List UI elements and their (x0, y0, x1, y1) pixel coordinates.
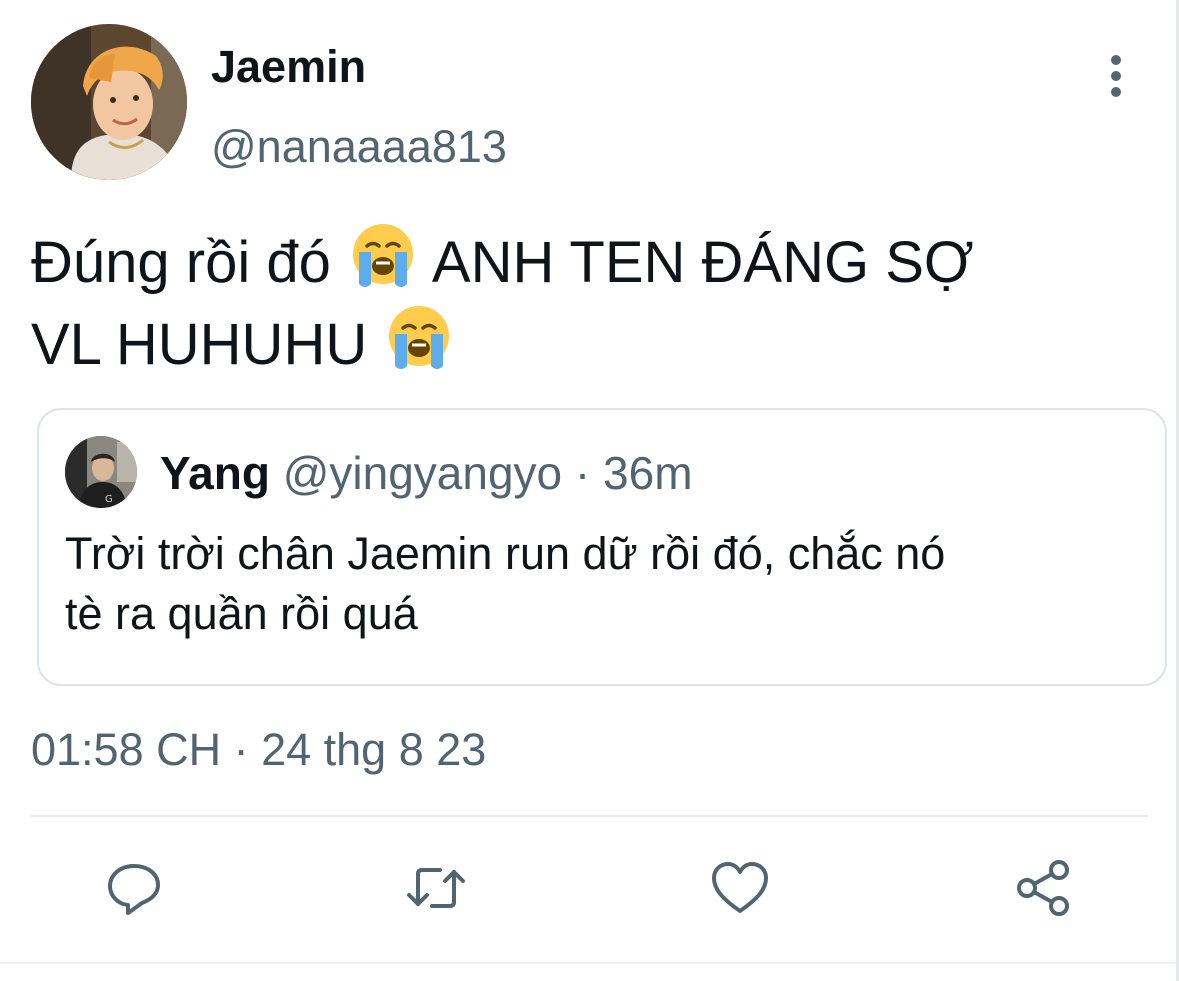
quoted-author-avatar[interactable]: G (65, 436, 137, 508)
heart-icon (712, 862, 768, 913)
svg-text:G: G (105, 494, 113, 505)
quoted-tweet-card[interactable]: G Yang @yingyangyo · 36m Trời trời chân … (37, 408, 1167, 686)
author-display-name[interactable]: Jaemin (211, 40, 366, 94)
author-handle[interactable]: @nanaaaa813 (211, 120, 507, 174)
retweet-icon (407, 868, 465, 908)
quoted-text-line: Trời trời chân Jaemin run dữ rồi đó, chắ… (65, 528, 946, 579)
tweet-text-segment: ANH TEN ĐÁNG SỢ (418, 230, 974, 295)
author-avatar[interactable] (31, 24, 187, 180)
tweet-text-segment: Đúng rồi đó (31, 230, 347, 295)
quoted-tweet-header: Yang @yingyangyo · 36m (160, 446, 693, 500)
quoted-avatar-photo: G (65, 436, 137, 508)
loudly-crying-face-emoji (389, 306, 450, 369)
tweet-text-segment: VL HUHUHU (31, 312, 384, 377)
like-button[interactable] (710, 858, 770, 918)
quoted-display-name[interactable]: Yang (160, 447, 270, 499)
more-options-button[interactable] (1096, 52, 1136, 100)
share-icon (1017, 860, 1069, 916)
separator-dot: · (574, 447, 591, 499)
loudly-crying-face-emoji (352, 224, 413, 287)
quoted-timestamp: 36m (603, 447, 693, 499)
divider (31, 815, 1148, 817)
tweet-text: Đúng rồi đó ANH TEN ĐÁNG SỢ VL HUHUHU (31, 220, 1151, 384)
quoted-tweet-text: Trời trời chân Jaemin run dữ rồi đó, chắ… (65, 524, 1145, 644)
share-button[interactable] (1014, 858, 1074, 918)
quoted-text-line: tè ra quần rồi quá (65, 588, 418, 639)
reply-icon (108, 864, 160, 915)
tweet-timestamp[interactable]: 01:58 CH · 24 thg 8 23 (31, 723, 486, 777)
avatar-photo (31, 24, 187, 180)
more-vertical-icon (1111, 55, 1121, 97)
reply-button[interactable] (104, 858, 164, 918)
quoted-handle[interactable]: @yingyangyo (283, 447, 562, 499)
bottom-divider (0, 962, 1176, 964)
retweet-button[interactable] (406, 858, 466, 918)
